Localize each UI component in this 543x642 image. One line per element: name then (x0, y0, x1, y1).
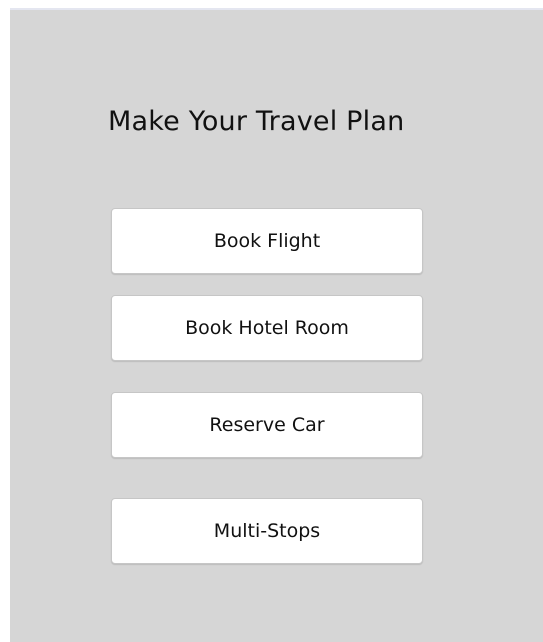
page-title: Make Your Travel Plan (108, 106, 405, 137)
book-flight-button[interactable]: Book Flight (111, 208, 423, 274)
multi-stops-button[interactable]: Multi-Stops (111, 498, 423, 564)
travel-plan-panel: Make Your Travel Plan Book Flight Book H… (10, 10, 543, 642)
reserve-car-button[interactable]: Reserve Car (111, 392, 423, 458)
book-hotel-room-button[interactable]: Book Hotel Room (111, 295, 423, 361)
